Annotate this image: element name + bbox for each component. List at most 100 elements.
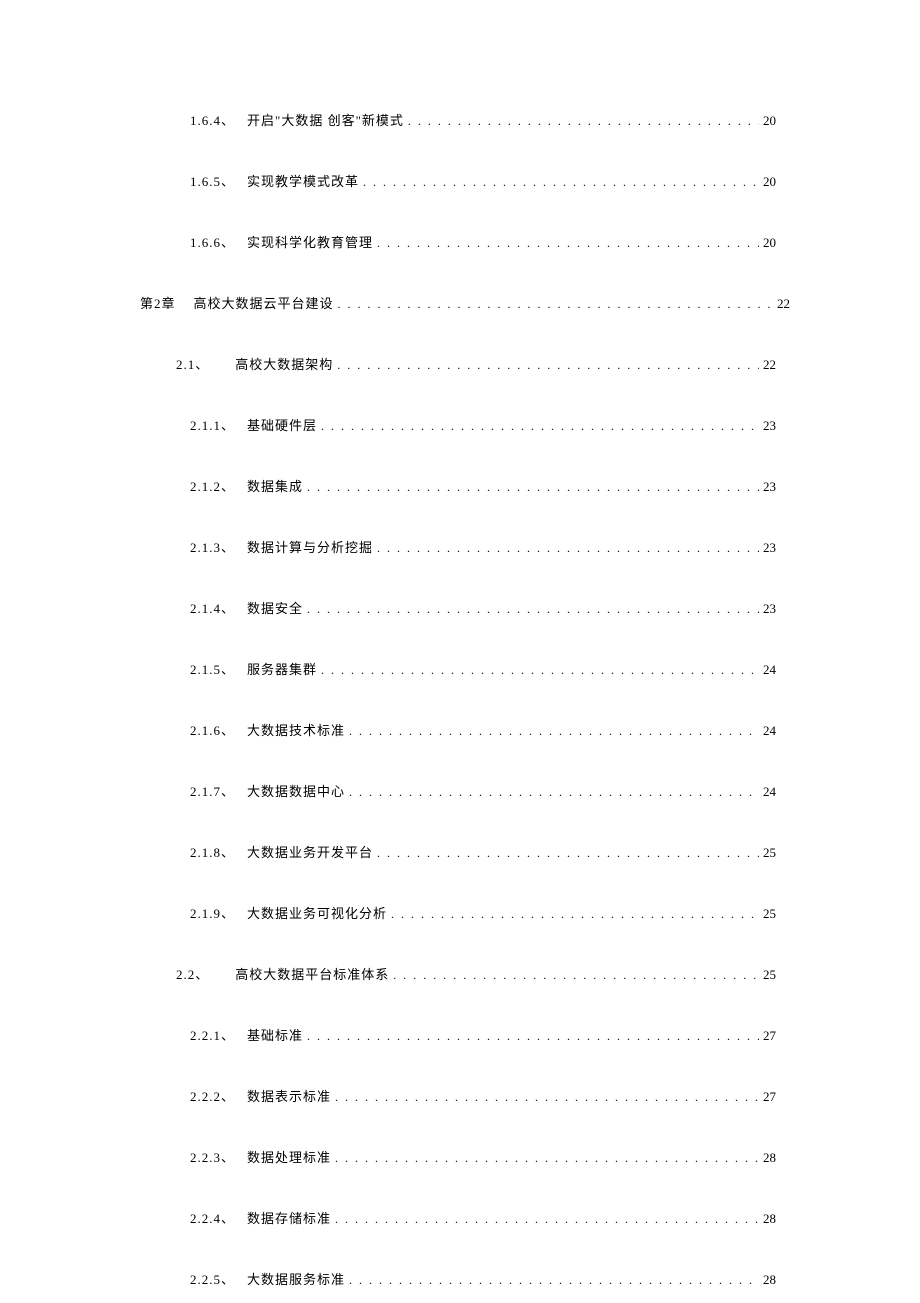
toc-number: 2.1.8、 (190, 842, 235, 861)
toc-entry: 2.1.7、大数据数据中心 24 (140, 781, 790, 800)
toc-title: 服务器集群 (247, 659, 317, 678)
toc-leader-dots (337, 358, 759, 373)
toc-number: 2.2.5、 (190, 1269, 235, 1288)
toc-number: 第2章 (140, 293, 176, 312)
toc-number: 2.1、 (176, 354, 209, 373)
toc-title: 实现教学模式改革 (247, 171, 359, 190)
toc-entry: 2.1.5、服务器集群 24 (140, 659, 790, 678)
toc-entry: 2.2.4、数据存储标准 28 (140, 1208, 790, 1227)
toc-number: 2.1.2、 (190, 476, 235, 495)
toc-leader-dots (349, 785, 759, 800)
toc-entry: 2.1.6、大数据技术标准 24 (140, 720, 790, 739)
toc-leader-dots (349, 724, 759, 739)
toc-number: 2.1.1、 (190, 415, 235, 434)
toc-title: 数据安全 (247, 598, 303, 617)
toc-title: 高校大数据架构 (235, 354, 333, 373)
toc-leader-dots (335, 1090, 759, 1105)
toc-title: 大数据数据中心 (247, 781, 345, 800)
toc-title: 大数据业务可视化分析 (247, 903, 387, 922)
toc-number: 2.2.2、 (190, 1086, 235, 1105)
toc-page-number: 28 (763, 1211, 776, 1227)
toc-leader-dots (307, 1029, 759, 1044)
toc-entry: 2.1.1、基础硬件层 23 (140, 415, 790, 434)
toc-leader-dots (335, 1151, 759, 1166)
toc-title: 数据计算与分析挖掘 (247, 537, 373, 556)
toc-leader-dots (391, 907, 759, 922)
toc-page-number: 25 (763, 906, 776, 922)
toc-number: 2.2、 (176, 964, 209, 983)
toc-leader-dots (321, 663, 759, 678)
toc-leader-dots (338, 297, 773, 312)
toc-entry: 2.1.2、数据集成 23 (140, 476, 790, 495)
toc-page-number: 25 (763, 967, 776, 983)
toc-page-number: 20 (763, 235, 776, 251)
toc-number: 2.1.4、 (190, 598, 235, 617)
toc-title: 基础标准 (247, 1025, 303, 1044)
toc-title: 数据集成 (247, 476, 303, 495)
toc-page-number: 27 (763, 1028, 776, 1044)
toc-page-number: 24 (763, 662, 776, 678)
toc-number: 2.2.4、 (190, 1208, 235, 1227)
toc-entry: 2.1.8、大数据业务开发平台 25 (140, 842, 790, 861)
toc-title: 大数据技术标准 (247, 720, 345, 739)
toc-number: 2.1.5、 (190, 659, 235, 678)
toc-page-number: 22 (763, 357, 776, 373)
toc-page-number: 25 (763, 845, 776, 861)
toc-entry: 2.1、 高校大数据架构 22 (140, 354, 790, 373)
toc-page-number: 28 (763, 1272, 776, 1288)
toc-leader-dots (377, 541, 759, 556)
toc-entry: 2.1.3、数据计算与分析挖掘 23 (140, 537, 790, 556)
toc-page-number: 23 (763, 479, 776, 495)
toc-number: 1.6.4、 (190, 110, 235, 129)
toc-entry: 1.6.6、实现科学化教育管理 20 (140, 232, 790, 251)
toc-page-number: 23 (763, 540, 776, 556)
toc-number: 2.1.7、 (190, 781, 235, 800)
toc-entry: 2.2.2、数据表示标准 27 (140, 1086, 790, 1105)
toc-title: 高校大数据云平台建设 (194, 293, 334, 312)
toc-entry: 1.6.4、开启"大数据 创客"新模式 20 (140, 110, 790, 129)
toc-title: 高校大数据平台标准体系 (235, 964, 389, 983)
toc-title: 实现科学化教育管理 (247, 232, 373, 251)
toc-number: 2.1.9、 (190, 903, 235, 922)
toc-page-number: 20 (763, 113, 776, 129)
toc-leader-dots (321, 419, 759, 434)
toc-leader-dots (349, 1273, 759, 1288)
toc-leader-dots (335, 1212, 759, 1227)
toc-leader-dots (307, 602, 759, 617)
toc-number: 2.1.6、 (190, 720, 235, 739)
toc-leader-dots (393, 968, 759, 983)
toc-entry: 2.2.3、数据处理标准 28 (140, 1147, 790, 1166)
toc-page-number: 28 (763, 1150, 776, 1166)
toc-entry: 第2章高校大数据云平台建设 22 (140, 293, 790, 312)
toc-title: 数据处理标准 (247, 1147, 331, 1166)
toc-page-number: 23 (763, 418, 776, 434)
toc-title: 数据存储标准 (247, 1208, 331, 1227)
toc-entry: 2.2.1、基础标准 27 (140, 1025, 790, 1044)
toc-number: 1.6.6、 (190, 232, 235, 251)
toc-number: 2.2.1、 (190, 1025, 235, 1044)
toc-number: 2.1.3、 (190, 537, 235, 556)
toc-leader-dots (377, 846, 759, 861)
toc-page-number: 24 (763, 723, 776, 739)
toc-entry: 2.1.9、大数据业务可视化分析 25 (140, 903, 790, 922)
toc-title: 数据表示标准 (247, 1086, 331, 1105)
toc-leader-dots (307, 480, 759, 495)
toc-page-number: 22 (777, 296, 790, 312)
toc-entry: 1.6.5、实现教学模式改革20 (140, 171, 790, 190)
toc-page-number: 20 (763, 174, 776, 190)
toc-page-number: 27 (763, 1089, 776, 1105)
toc-leader-dots (363, 175, 759, 190)
toc-title: 开启"大数据 创客"新模式 (247, 110, 404, 129)
toc-title: 大数据业务开发平台 (247, 842, 373, 861)
toc-number: 2.2.3、 (190, 1147, 235, 1166)
table-of-contents: 1.6.4、开启"大数据 创客"新模式201.6.5、实现教学模式改革201.6… (140, 110, 790, 1288)
toc-title: 大数据服务标准 (247, 1269, 345, 1288)
toc-leader-dots (377, 236, 759, 251)
toc-entry: 2.2、 高校大数据平台标准体系 25 (140, 964, 790, 983)
toc-leader-dots (408, 114, 759, 129)
toc-entry: 2.1.4、数据安全 23 (140, 598, 790, 617)
toc-title: 基础硬件层 (247, 415, 317, 434)
toc-page-number: 24 (763, 784, 776, 800)
toc-entry: 2.2.5、大数据服务标准 28 (140, 1269, 790, 1288)
toc-page-number: 23 (763, 601, 776, 617)
